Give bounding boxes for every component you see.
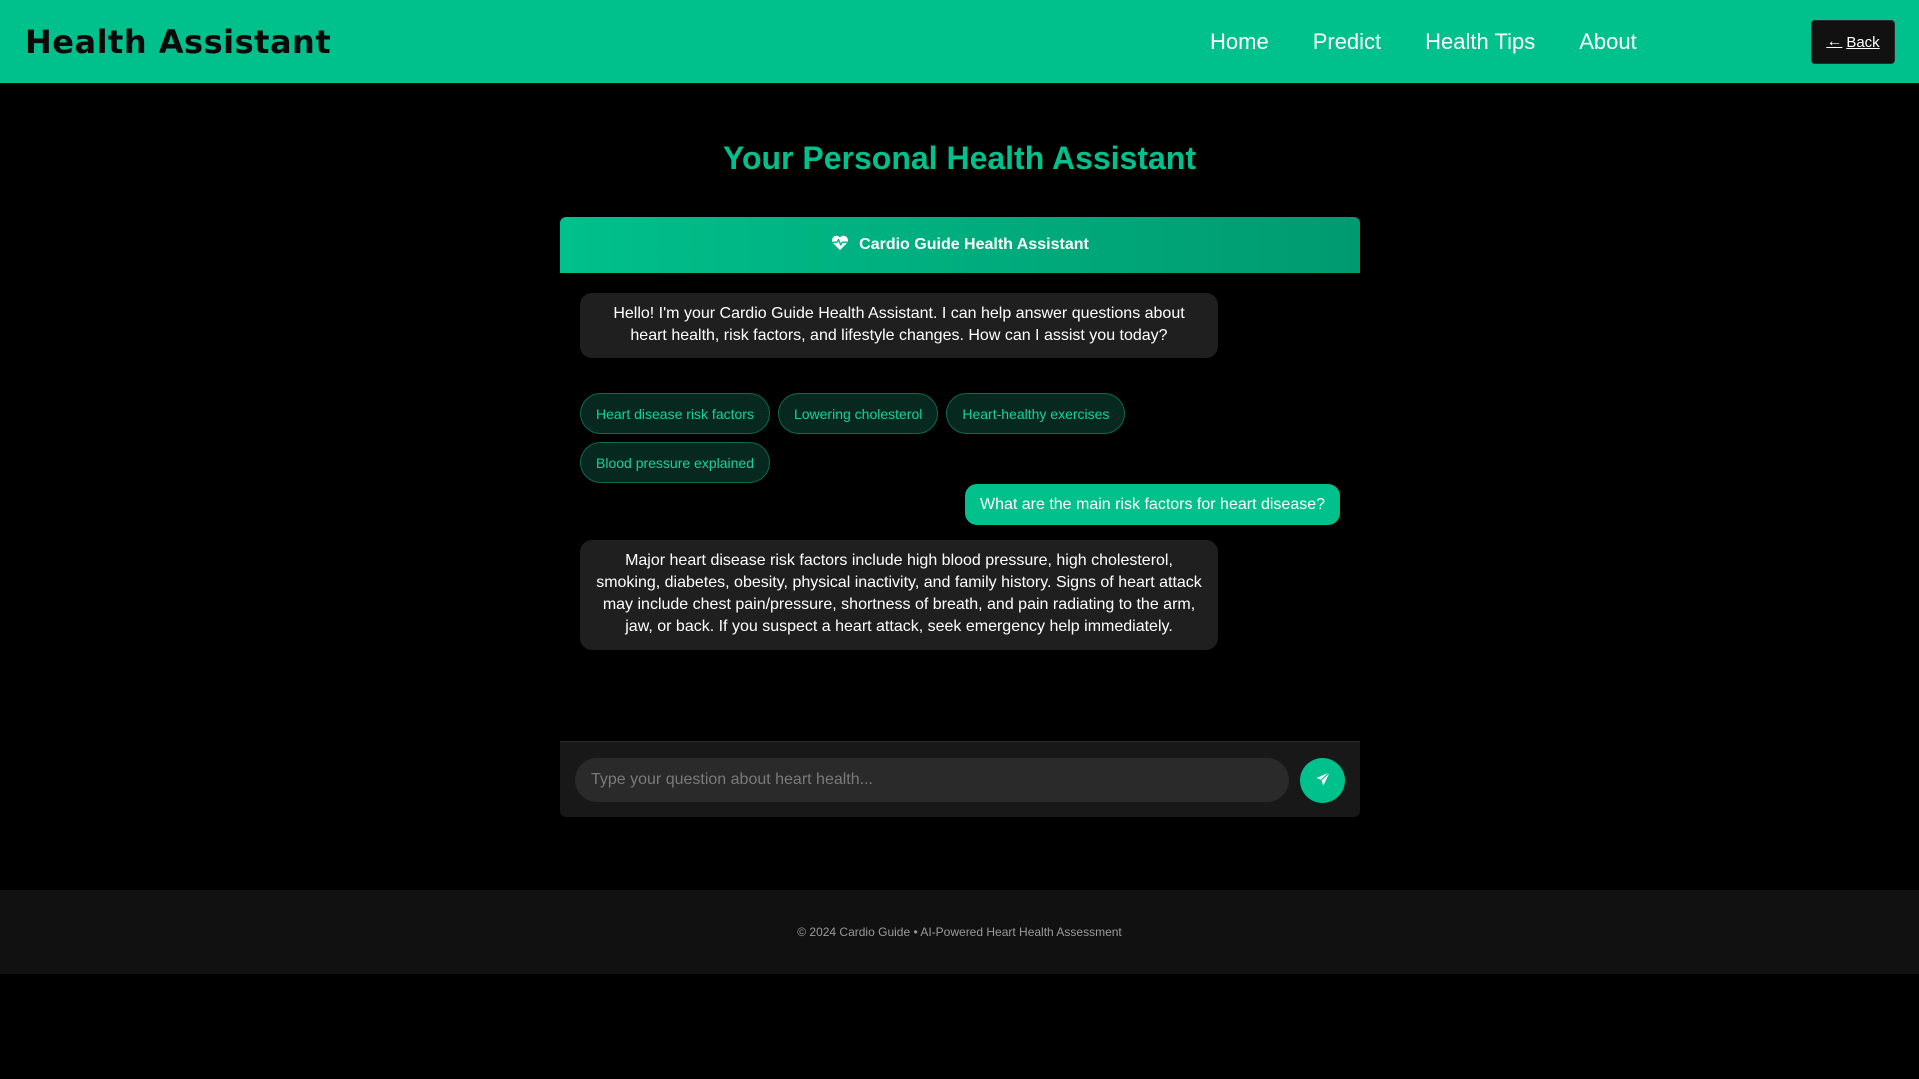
brand-title: Health Assistant	[25, 22, 332, 61]
suggestion-chip-risk-factors[interactable]: Heart disease risk factors	[580, 393, 770, 434]
suggestion-chip-exercises[interactable]: Heart-healthy exercises	[946, 393, 1126, 434]
chat-header: Cardio Guide Health Assistant	[560, 217, 1360, 273]
arrow-left-icon: ←	[1826, 33, 1843, 50]
chat-input-bar	[560, 741, 1360, 817]
suggestion-chip-blood-pressure[interactable]: Blood pressure explained	[580, 442, 770, 483]
footer-text: © 2024 Cardio Guide • AI-Powered Heart H…	[797, 925, 1122, 939]
user-message: What are the main risk factors for heart…	[965, 484, 1340, 525]
nav-link-predict[interactable]: Predict	[1313, 29, 1381, 55]
heart-pulse-icon	[831, 234, 849, 257]
paper-plane-icon	[1315, 771, 1331, 790]
back-button[interactable]: ← Back	[1811, 20, 1895, 64]
navbar: Health Assistant Home Predict Health Tip…	[0, 0, 1919, 83]
chat-input[interactable]	[575, 758, 1289, 802]
nav-link-home[interactable]: Home	[1210, 29, 1269, 55]
chat-header-title: Cardio Guide Health Assistant	[859, 236, 1089, 253]
suggestion-chip-cholesterol[interactable]: Lowering cholesterol	[777, 393, 939, 434]
nav-link-about[interactable]: About	[1579, 29, 1637, 55]
bot-message-greeting: Hello! I'm your Cardio Guide Health Assi…	[580, 293, 1218, 358]
page-title: Your Personal Health Assistant	[722, 140, 1196, 176]
bot-message-reply: Major heart disease risk factors include…	[580, 540, 1218, 650]
footer: © 2024 Cardio Guide • AI-Powered Heart H…	[0, 890, 1919, 974]
back-button-label: Back	[1846, 33, 1880, 51]
nav-link-health-tips[interactable]: Health Tips	[1425, 29, 1535, 55]
suggestion-chips: Heart disease risk factors Lowering chol…	[580, 393, 1180, 483]
send-button[interactable]	[1300, 758, 1345, 803]
nav-links: Home Predict Health Tips About	[1210, 0, 1637, 83]
